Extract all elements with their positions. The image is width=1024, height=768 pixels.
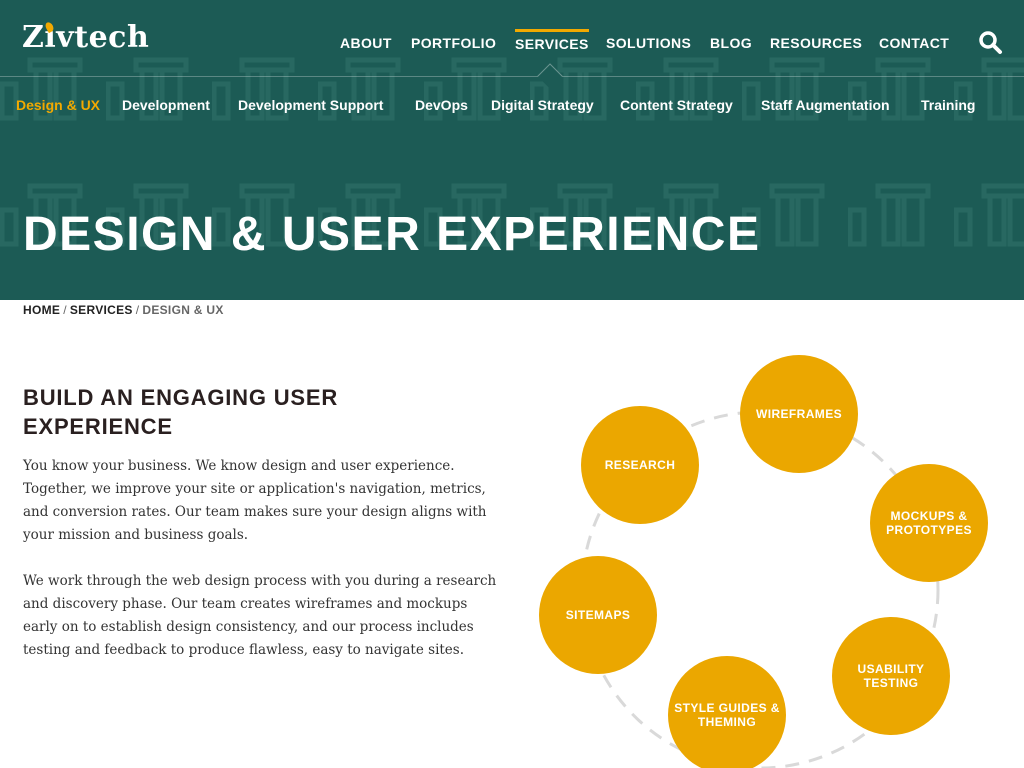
intro-paragraph: You know your business. We know design a… (23, 458, 487, 543)
breadcrumb: HOME / SERVICES / DESIGN & UX (23, 301, 224, 319)
page-title: DESIGN & USER EXPERIENCE (23, 208, 761, 261)
process-paragraph: We work through the web design process w… (23, 573, 497, 658)
nav-blog[interactable]: BLOG (710, 30, 752, 56)
breadcrumb-separator: / (135, 303, 140, 317)
design-process-diagram: RESEARCH WIREFRAMES MOCKUPS & PROTOTYPES… (530, 340, 1000, 768)
subnav-digital-strategy[interactable]: Digital Strategy (491, 93, 594, 117)
subnav-content-strategy[interactable]: Content Strategy (620, 93, 733, 117)
process-step-mockups-prototypes: MOCKUPS & PROTOTYPES (870, 464, 988, 582)
search-button[interactable] (978, 30, 1004, 56)
nav-portfolio[interactable]: PORTFOLIO (411, 30, 496, 56)
section-heading: BUILD AN ENGAGING USER EXPERIENCE (23, 385, 339, 439)
breadcrumb-current: DESIGN & UX (142, 303, 224, 317)
breadcrumb-home[interactable]: HOME (23, 303, 60, 317)
breadcrumb-separator: / (63, 303, 67, 317)
process-step-wireframes: WIREFRAMES (740, 355, 858, 473)
subnav-development-support[interactable]: Development Support (238, 93, 383, 117)
nav-solutions[interactable]: SOLUTIONS (606, 30, 691, 56)
subnav-training[interactable]: Training (921, 93, 975, 117)
nav-services[interactable]: SERVICES (515, 29, 589, 56)
top-navigation-bar: Zivtech ABOUT PORTFOLIO SERVICES SOLUTIO… (0, 0, 1024, 77)
subnav-staff-augmentation[interactable]: Staff Augmentation (761, 93, 890, 117)
hero-banner: Zivtech ABOUT PORTFOLIO SERVICES SOLUTIO… (0, 0, 1024, 300)
nav-contact[interactable]: CONTACT (879, 30, 949, 56)
process-step-research: RESEARCH (581, 406, 699, 524)
process-step-usability-testing: USABILITY TESTING (832, 617, 950, 735)
subnav-design-ux[interactable]: Design & UX (16, 93, 100, 117)
nav-about[interactable]: ABOUT (340, 30, 392, 56)
search-icon (979, 31, 1002, 54)
subnav-development[interactable]: Development (122, 93, 210, 117)
process-step-sitemaps: SITEMAPS (539, 556, 657, 674)
zivtech-logo[interactable]: Zivtech (22, 18, 149, 58)
nav-resources[interactable]: RESOURCES (770, 30, 862, 56)
process-step-style-guides-theming: STYLE GUIDES & THEMING (668, 656, 786, 768)
breadcrumb-services[interactable]: SERVICES (70, 303, 133, 317)
subnav-devops[interactable]: DevOps (415, 93, 468, 117)
